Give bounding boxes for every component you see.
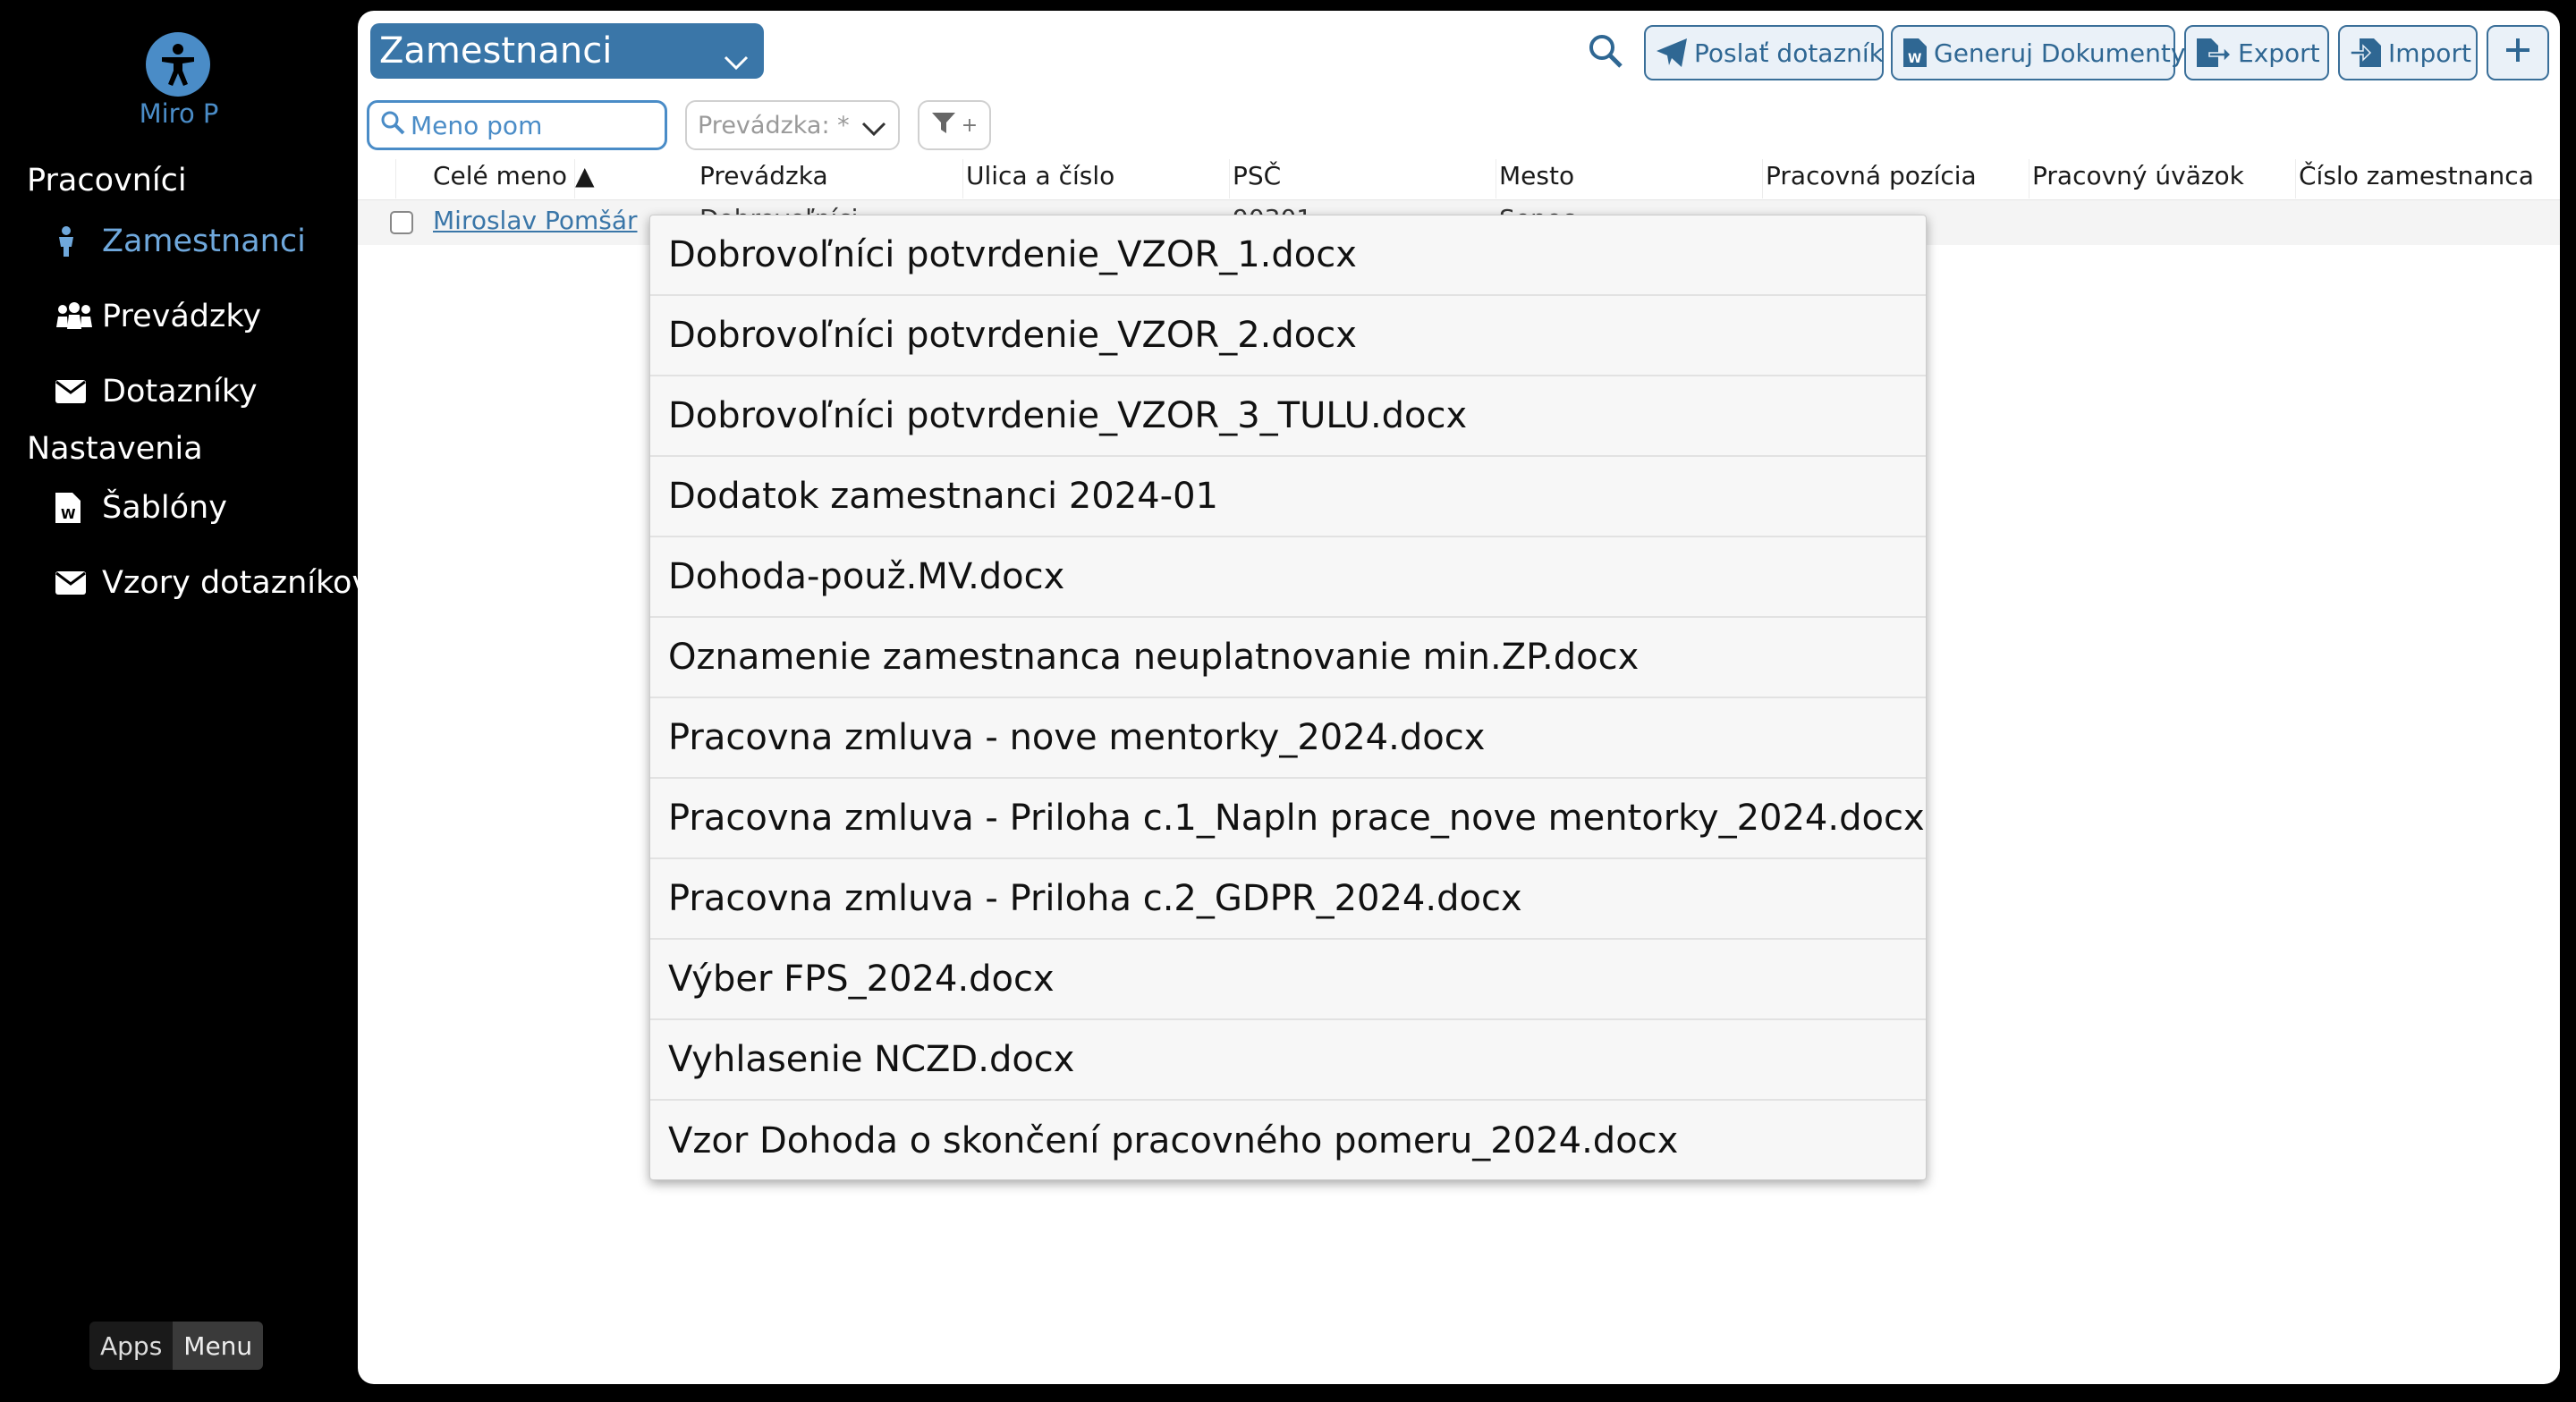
nav-item-label: Šablóny xyxy=(102,490,227,526)
document-menu-item[interactable]: Oznamenie zamestnanca neuplatnovanie min… xyxy=(650,618,1926,698)
apps-button[interactable]: Apps xyxy=(89,1322,174,1370)
column-divider xyxy=(962,159,963,198)
nav-item-zamestnanci[interactable]: Zamestnanci xyxy=(55,216,306,266)
store-filter-placeholder: Prevádzka: * xyxy=(698,111,850,139)
nav-item-vzory-dotaznikov[interactable]: Vzory dotazníkov xyxy=(55,558,370,608)
section-title-nastavenia: Nastavenia xyxy=(27,431,203,467)
svg-text:W: W xyxy=(61,506,76,522)
document-menu-item[interactable]: Výber FPS_2024.docx xyxy=(650,940,1926,1020)
document-menu-item[interactable]: Dobrovoľníci potvrdenie_VZOR_1.docx xyxy=(650,215,1926,296)
export-button[interactable]: Export xyxy=(2184,25,2329,80)
document-menu-item[interactable]: Dohoda-použ.MV.docx xyxy=(650,537,1926,618)
document-menu-item[interactable]: Pracovna zmluva - nove mentorky_2024.doc… xyxy=(650,698,1926,779)
search-icon xyxy=(380,110,405,141)
nav-item-sablony[interactable]: W Šablóny xyxy=(55,483,227,533)
column-header-employee-number[interactable]: Číslo zamestnanca xyxy=(2299,161,2534,190)
send-questionnaire-label: Poslať dotazník xyxy=(1694,38,1884,68)
nav-item-dotazniky[interactable]: Dotazníky xyxy=(55,367,258,417)
people-group-icon xyxy=(55,299,93,334)
column-header-city[interactable]: Mesto xyxy=(1499,161,1574,190)
search-icon xyxy=(1588,33,1623,72)
word-file-icon: W xyxy=(55,490,93,526)
nav-item-prevadzky[interactable]: Prevádzky xyxy=(55,291,261,342)
column-divider xyxy=(1762,159,1763,198)
import-label: Import xyxy=(2388,38,2471,68)
name-filter-input[interactable] xyxy=(411,110,652,140)
document-menu-item[interactable]: Dobrovoľníci potvrdenie_VZOR_3_TULU.docx xyxy=(650,376,1926,457)
person-icon xyxy=(55,224,93,259)
document-menu-item[interactable]: Pracovna zmluva - Priloha c.2_GDPR_2024.… xyxy=(650,859,1926,940)
entity-select-value: Zamestnanci xyxy=(379,30,613,72)
generate-documents-menu: Dobrovoľníci potvrdenie_VZOR_1.docx Dobro… xyxy=(649,215,1927,1180)
column-divider xyxy=(2295,159,2296,198)
column-divider xyxy=(395,159,396,198)
generate-documents-button[interactable]: W Generuj Dokumenty xyxy=(1891,25,2185,80)
table-header: Celé meno ▲ Prevádzka Ulica a číslo PSČ … xyxy=(358,154,2560,200)
filter-icon xyxy=(931,110,956,140)
row-checkbox[interactable] xyxy=(390,211,413,234)
employee-name-link[interactable]: Miroslav Pomšár xyxy=(433,206,638,235)
accessibility-avatar-icon[interactable] xyxy=(146,32,210,97)
file-import-icon xyxy=(2351,38,2381,67)
envelope-icon xyxy=(55,565,93,601)
word-file-icon: W xyxy=(1903,38,1927,67)
document-menu-item[interactable]: Vyhlasenie NCZD.docx xyxy=(650,1020,1926,1101)
document-menu-item[interactable]: Pracovna zmluva - Priloha c.1_Napln prac… xyxy=(650,779,1926,859)
file-export-icon xyxy=(2197,38,2231,67)
column-header-street[interactable]: Ulica a číslo xyxy=(966,161,1114,190)
name-filter-field[interactable] xyxy=(367,100,667,150)
envelope-icon xyxy=(55,374,93,410)
column-divider xyxy=(574,159,575,198)
chevron-down-icon xyxy=(860,116,887,144)
add-filter-button[interactable]: + xyxy=(918,100,991,150)
chevron-down-icon xyxy=(723,39,750,80)
nav-item-label: Dotazníky xyxy=(102,374,258,410)
section-title-pracovnici: Pracovníci xyxy=(27,163,187,198)
column-divider xyxy=(1229,159,1230,198)
search-button[interactable] xyxy=(1583,30,1628,75)
nav-item-label: Zamestnanci xyxy=(102,224,306,259)
svg-text:W: W xyxy=(1908,52,1921,66)
document-menu-item[interactable]: Dobrovoľníci potvrdenie_VZOR_2.docx xyxy=(650,296,1926,376)
column-header-store[interactable]: Prevádzka xyxy=(699,161,828,190)
entity-select[interactable]: Zamestnanci xyxy=(370,23,764,79)
nav-item-label: Vzory dotazníkov xyxy=(102,565,371,601)
sidebar: Miro P Pracovníci Zamestnanci Prevádzky … xyxy=(0,0,370,1402)
document-menu-item[interactable]: Vzor Dohoda o skončení pracovného pomeru… xyxy=(650,1101,1926,1179)
apps-menu-toggle: Apps Menu xyxy=(89,1322,264,1370)
add-filter-plus: + xyxy=(961,114,979,137)
plus-icon xyxy=(2504,36,2532,71)
column-header-full-name[interactable]: Celé meno ▲ xyxy=(433,161,595,190)
nav-item-label: Prevádzky xyxy=(102,299,262,334)
paper-plane-icon xyxy=(1657,38,1687,67)
main-panel: Zamestnanci Poslať dotazník W Generuj Do… xyxy=(358,11,2560,1384)
column-header-psc[interactable]: PSČ xyxy=(1233,161,1281,190)
generate-documents-label: Generuj Dokumenty xyxy=(1934,38,2186,68)
column-header-position[interactable]: Pracovná pozícia xyxy=(1766,161,1977,190)
add-button[interactable] xyxy=(2487,25,2549,80)
export-label: Export xyxy=(2238,38,2320,68)
user-name[interactable]: Miro P xyxy=(0,98,358,129)
column-header-workload[interactable]: Pracovný úväzok xyxy=(2032,161,2244,190)
import-button[interactable]: Import xyxy=(2338,25,2478,80)
store-filter-select[interactable]: Prevádzka: * xyxy=(685,100,900,150)
document-menu-item[interactable]: Dodatok zamestnanci 2024-01 xyxy=(650,457,1926,537)
menu-button[interactable]: Menu xyxy=(173,1322,264,1370)
send-questionnaire-button[interactable]: Poslať dotazník xyxy=(1644,25,1884,80)
